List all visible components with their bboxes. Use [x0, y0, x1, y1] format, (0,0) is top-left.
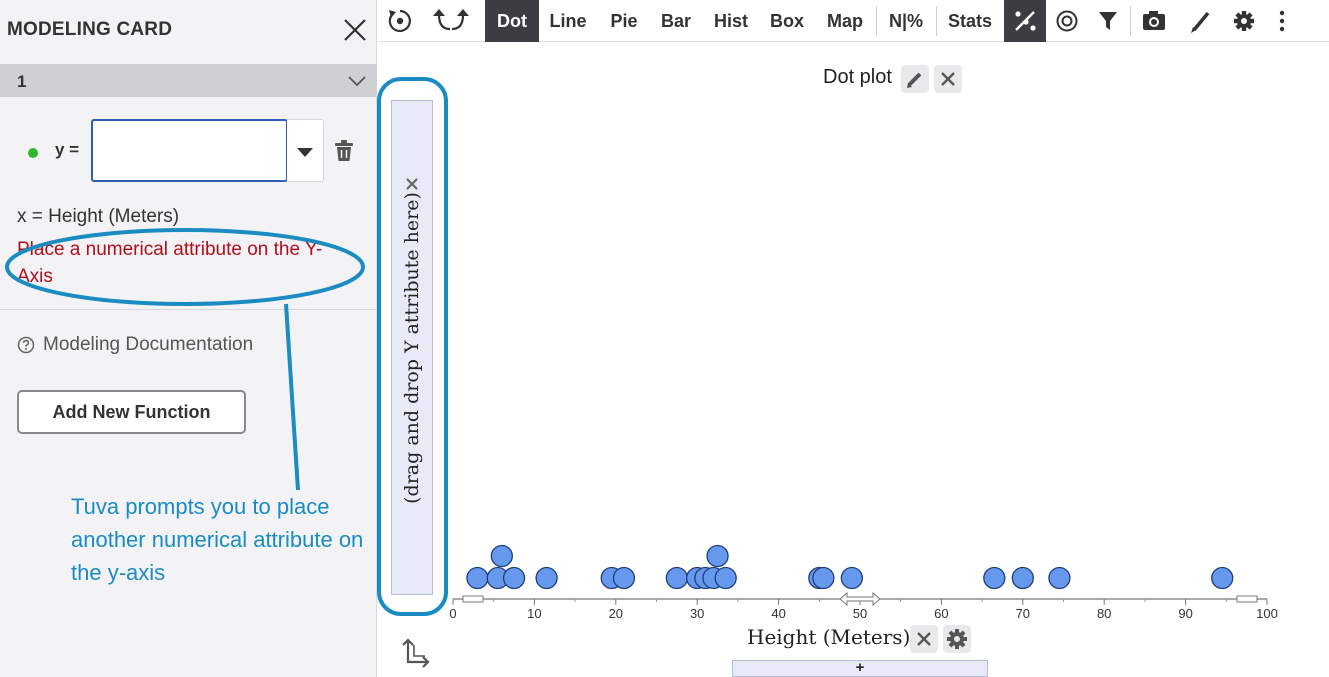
add-new-function-button[interactable]: Add New Function: [17, 390, 246, 434]
app-window: MODELING CARD 1 y = x = Height (Meters) …: [0, 0, 1329, 677]
y-attribute-input[interactable]: [91, 119, 288, 182]
data-point: [840, 566, 864, 590]
data-point: [612, 566, 636, 590]
chevron-down-icon[interactable]: [346, 73, 368, 89]
data-point: [706, 544, 729, 568]
y-equals-label: y =: [55, 140, 80, 159]
annotation-text: Tuva prompts you to place another numeri…: [71, 494, 364, 585]
axis-min-handle: [462, 595, 484, 603]
dot-plot-canvas: 0 10 20 30 40 50 60 70 80 90 100: [449, 544, 1278, 621]
remove-y-attribute-icon[interactable]: [400, 172, 424, 196]
x-tick-label: 30: [690, 606, 704, 621]
x-tick-label: 80: [1097, 606, 1111, 621]
modeling-documentation-link[interactable]: Modeling Documentation: [17, 334, 253, 356]
doc-link-label: Modeling Documentation: [43, 334, 254, 355]
y-drop-label: (drag and drop Y attribute here): [401, 191, 423, 504]
y-attribute-dropdown[interactable]: [287, 119, 324, 182]
data-point: [1211, 566, 1234, 590]
help-icon: [17, 336, 35, 354]
dropdown-arrow-icon: [297, 148, 313, 157]
data-point: [812, 566, 835, 590]
pen-icon[interactable]: [1186, 0, 1214, 42]
data-point: [665, 566, 689, 590]
more-icon[interactable]: [1274, 0, 1290, 42]
modeling-icon[interactable]: [1004, 0, 1046, 42]
data-point: [1048, 566, 1071, 590]
close-icon[interactable]: [341, 16, 369, 44]
tab-map[interactable]: Map: [818, 0, 872, 42]
target-icon[interactable]: [1054, 0, 1080, 42]
x-tick-label: 10: [527, 606, 541, 621]
toolbar-divider: [1130, 6, 1131, 36]
tab-box[interactable]: Box: [764, 0, 810, 42]
modeling-card: MODELING CARD 1 y = x = Height (Meters) …: [0, 0, 377, 677]
toolbar-divider: [936, 6, 937, 36]
tab-stats[interactable]: Stats: [941, 0, 999, 42]
x-tick-label: 50: [853, 606, 867, 621]
tab-dot[interactable]: Dot: [485, 0, 539, 42]
tab-hist[interactable]: Hist: [705, 0, 757, 42]
card-title: MODELING CARD: [7, 19, 173, 40]
trash-icon[interactable]: [333, 139, 355, 163]
data-point: [466, 566, 489, 590]
graph-title: Dot plot: [823, 66, 892, 88]
x-tick-label: 20: [609, 606, 623, 621]
swap-axes-icon[interactable]: [400, 636, 432, 668]
filter-icon[interactable]: [1096, 0, 1120, 42]
divider: [0, 309, 377, 310]
close-title-icon[interactable]: [934, 65, 962, 93]
data-point: [714, 566, 737, 590]
edit-title-icon[interactable]: [901, 65, 929, 93]
camera-icon[interactable]: [1140, 0, 1168, 42]
tab-line[interactable]: Line: [541, 0, 595, 42]
add-x-attribute-button[interactable]: +: [732, 660, 988, 677]
tab-bar[interactable]: Bar: [653, 0, 699, 42]
data-point: [535, 566, 558, 590]
data-point: [502, 566, 526, 590]
axis-max-handle: [1236, 595, 1258, 603]
error-message: Place a numerical attribute on the Y-Axi…: [17, 239, 323, 287]
function-section-header[interactable]: 1: [0, 64, 377, 97]
x-tick-label: 40: [771, 606, 785, 621]
undo-redo-icon[interactable]: [430, 0, 472, 42]
x-tick-label: 70: [1016, 606, 1030, 621]
data-point: [490, 544, 513, 568]
status-dot: [28, 148, 38, 158]
section-number: 1: [17, 72, 27, 91]
data-point: [983, 566, 1006, 590]
x-tick-label: 60: [934, 606, 948, 621]
remove-x-attribute-icon[interactable]: [910, 625, 938, 653]
tab-count-percent[interactable]: N|%: [880, 0, 932, 42]
x-axis-label[interactable]: Height (Meters): [747, 625, 910, 649]
axis-settings-gear-icon[interactable]: [943, 625, 971, 653]
gear-icon[interactable]: [1231, 0, 1257, 42]
x-tick-label: 90: [1178, 606, 1192, 621]
reset-icon[interactable]: [388, 0, 412, 42]
data-point: [1011, 566, 1034, 590]
x-attribute-text: x = Height (Meters): [17, 206, 180, 227]
tab-pie[interactable]: Pie: [600, 0, 648, 42]
toolbar-divider: [876, 6, 877, 36]
x-tick-label: 100: [1256, 606, 1278, 621]
x-tick-label: 0: [449, 606, 456, 621]
graph-toolbar: Dot Line Pie Bar Hist Box Map N|% Stats: [378, 0, 1329, 42]
